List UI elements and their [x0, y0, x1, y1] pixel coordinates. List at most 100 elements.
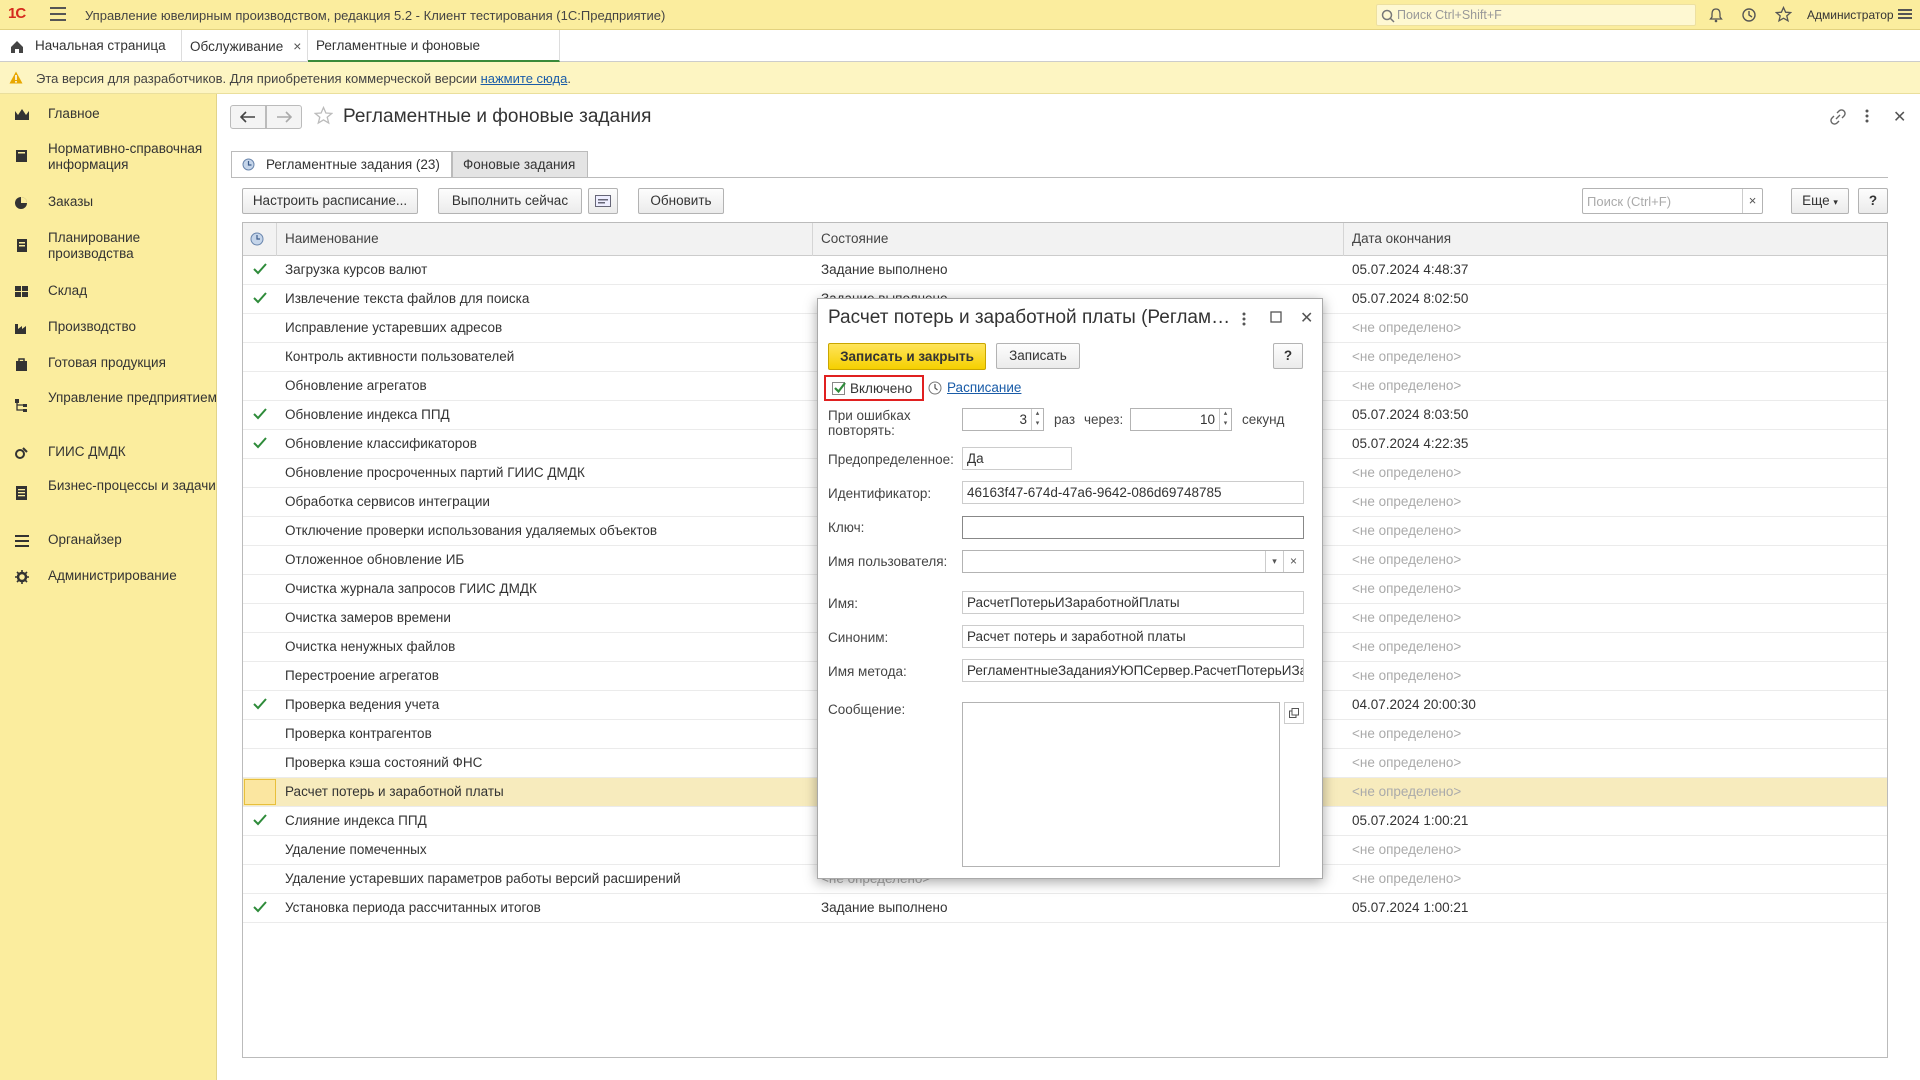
enabled-label[interactable]: Включено [850, 381, 912, 396]
table-row[interactable]: Установка периода рассчитанных итогов Зад… [243, 894, 1887, 923]
global-search-input[interactable]: Поиск Ctrl+Shift+F [1376, 4, 1696, 26]
enabled-checkbox-highlight: Включено [824, 375, 924, 401]
enabled-checkbox[interactable] [832, 382, 846, 395]
link-icon[interactable] [1830, 109, 1846, 125]
sidebar-item-production[interactable]: Производство [0, 319, 217, 335]
cell-state: Задание выполнено [821, 900, 948, 915]
sidebar-item-enterprise[interactable]: Управление предприятием [0, 390, 217, 412]
sidebar-item-label: Управление предприятием [48, 390, 217, 405]
open-message-button[interactable] [1284, 702, 1304, 724]
cell-name: Перестроение агрегатов [285, 668, 439, 683]
cell-end-date: 05.07.2024 4:48:37 [1352, 262, 1469, 277]
current-user[interactable]: Администратор [1807, 8, 1894, 22]
execute-now-button[interactable]: Выполнить сейчас [438, 188, 582, 214]
cell-end-date: 05.07.2024 1:00:21 [1352, 900, 1469, 915]
retry-count-stepper[interactable]: ▴ ▾ [1031, 409, 1043, 430]
sidebar-item-label: ГИИС ДМДК [48, 444, 126, 459]
help-button[interactable]: ? [1858, 188, 1888, 214]
sidebar-item-label: Заказы [48, 194, 94, 209]
maximize-icon[interactable] [1270, 311, 1282, 323]
add-favorite-star-icon[interactable] [314, 106, 333, 125]
tab-home[interactable]: Начальная страница [0, 30, 182, 62]
predefined-label: Предопределенное: [828, 452, 954, 467]
settings-menu-icon[interactable] [1898, 7, 1912, 21]
schedule-link[interactable]: Расписание [947, 380, 1021, 395]
retry-interval-stepper[interactable]: ▴ ▾ [1219, 409, 1231, 430]
tab-scheduled-jobs-list[interactable]: Регламентные задания (23) [231, 151, 452, 178]
refresh-button[interactable]: Обновить [638, 188, 724, 214]
close-tab-icon[interactable]: × [293, 38, 301, 54]
table-row[interactable]: Загрузка курсов валют Задание выполнено 05… [243, 256, 1887, 285]
column-header-end-date[interactable]: Дата окончания [1344, 223, 1887, 256]
predefined-field[interactable]: Да [962, 447, 1072, 470]
message-textarea[interactable] [962, 702, 1280, 867]
clock-globe-icon [250, 232, 264, 246]
bell-icon[interactable] [1708, 7, 1724, 23]
console-button[interactable] [588, 188, 618, 214]
sidebar-item-giis[interactable]: ГИИС ДМДК [0, 444, 217, 460]
sidebar-item-orders[interactable]: Заказы [0, 194, 217, 210]
sidebar-item-warehouse[interactable]: Склад [0, 283, 217, 299]
done-checkmark-icon [253, 814, 267, 826]
id-field[interactable]: 46163f47-674d-47a6-9642-086d69748785 [962, 481, 1304, 504]
close-dialog-icon[interactable]: ✕ [1300, 308, 1313, 328]
tab-maintenance[interactable]: Обслуживание × [182, 30, 308, 62]
tab-background-jobs[interactable]: Фоновые задания [452, 151, 588, 178]
more-vertical-icon[interactable] [1242, 312, 1246, 326]
more-button[interactable]: Еще ▾ [1791, 188, 1849, 214]
configure-schedule-button[interactable]: Настроить расписание... [242, 188, 418, 214]
global-search-placeholder: Поиск Ctrl+Shift+F [1397, 8, 1502, 22]
user-field[interactable]: ▾ × [962, 550, 1304, 573]
synonym-field[interactable]: Расчет потерь и заработной платы [962, 625, 1304, 648]
notice-link[interactable]: нажмите сюда [481, 71, 568, 86]
cell-name: Обновление просроченных партий ГИИС ДМДК [285, 465, 585, 480]
column-header-status[interactable] [243, 223, 277, 256]
main-menu-icon[interactable] [50, 7, 66, 21]
done-checkmark-icon [253, 901, 267, 913]
sidebar-item-organizer[interactable]: Органайзер [0, 532, 217, 548]
1c-logo: 1С [8, 5, 26, 22]
book-icon [16, 150, 27, 162]
name-field[interactable]: РасчетПотерьИЗаработнойПлаты [962, 591, 1304, 614]
table-header: Наименование Состояние Дата окончания [243, 223, 1887, 256]
forward-button[interactable] [266, 105, 302, 129]
favorites-star-icon[interactable] [1775, 6, 1792, 23]
cell-end-date: <не определено> [1352, 639, 1462, 654]
retry-interval-field[interactable]: 10 ▴ ▾ [1130, 408, 1232, 431]
list-search-input[interactable]: Поиск (Ctrl+F) × [1582, 188, 1763, 214]
history-icon[interactable] [1741, 7, 1757, 23]
tab-home-label: Начальная страница [35, 38, 166, 53]
warning-icon [9, 71, 23, 84]
clear-search-icon[interactable]: × [1742, 189, 1762, 213]
back-button[interactable] [230, 105, 266, 129]
close-form-icon[interactable]: ✕ [1893, 107, 1906, 127]
sidebar-item-administration[interactable]: Администрирование [0, 568, 217, 584]
cell-name: Очистка журнала запросов ГИИС ДМДК [285, 581, 537, 596]
more-vertical-icon[interactable] [1865, 109, 1869, 123]
save-button[interactable]: Записать [996, 343, 1080, 369]
cell-end-date: <не определено> [1352, 784, 1462, 799]
column-header-state[interactable]: Состояние [813, 223, 1344, 256]
method-field[interactable]: РегламентныеЗаданияУЮПСервер.РасчетПотер… [962, 659, 1304, 682]
save-and-close-button[interactable]: Записать и закрыть [828, 343, 986, 370]
column-header-name[interactable]: Наименование [277, 223, 813, 256]
cell-name: Извлечение текста файлов для поиска [285, 291, 530, 306]
sidebar-item-planning[interactable]: Планирование производства [0, 230, 217, 262]
sidebar-item-finished-goods[interactable]: Готовая продукция [0, 355, 217, 371]
tab-scheduled-jobs[interactable]: Регламентные и фоновые задания× [308, 30, 560, 86]
sidebar-item-business-processes[interactable]: Бизнес-процессы и задачи [0, 478, 217, 500]
sidebar-item-reference[interactable]: Нормативно-справочная информация [0, 141, 217, 173]
cell-name: Обновление агрегатов [285, 378, 427, 393]
dropdown-arrow-icon[interactable]: ▾ [1265, 551, 1283, 572]
key-field[interactable] [962, 516, 1304, 539]
retry-label: При ошибках повторять: [828, 408, 911, 438]
sidebar-item-main[interactable]: Главное [0, 106, 217, 122]
id-label: Идентификатор: [828, 486, 932, 501]
app-title: Управление ювелирным производством, реда… [85, 8, 666, 23]
retry-count-field[interactable]: 3 ▴ ▾ [962, 408, 1044, 431]
cell-end-date: <не определено> [1352, 349, 1462, 364]
tab-maintenance-label: Обслуживание [190, 39, 284, 54]
list-search-placeholder: Поиск (Ctrl+F) [1587, 194, 1672, 209]
dialog-help-button[interactable]: ? [1273, 343, 1303, 369]
clear-user-icon[interactable]: × [1283, 551, 1303, 572]
